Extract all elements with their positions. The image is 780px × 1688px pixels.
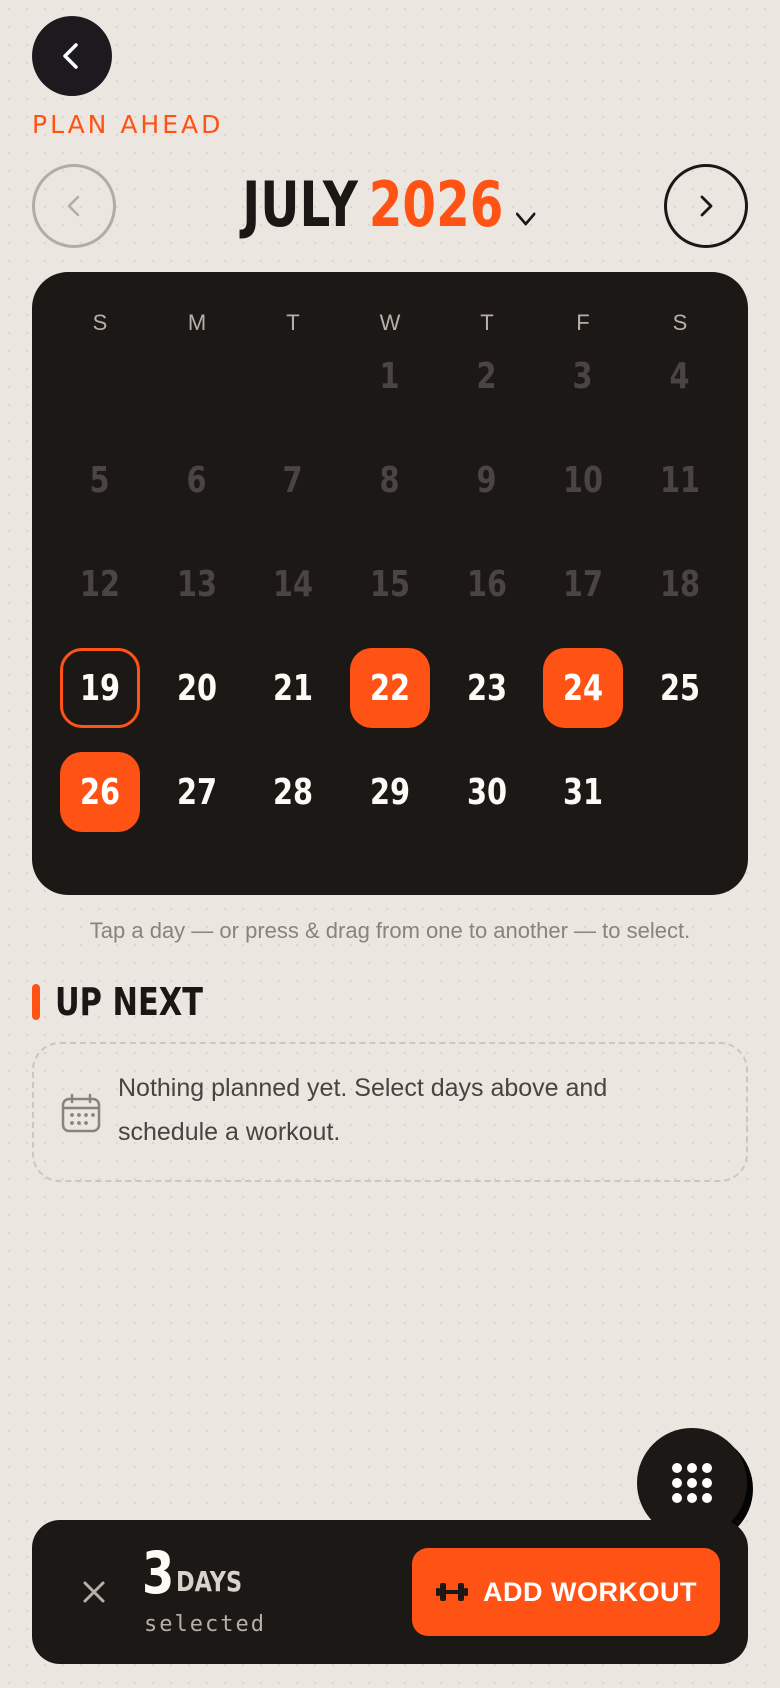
calendar-day-25[interactable]: 25	[640, 648, 720, 728]
day-number: 29	[369, 771, 411, 813]
day-number: 9	[476, 459, 498, 501]
day-number: 18	[659, 563, 701, 605]
up-next-title: UP NEXT	[55, 980, 203, 1024]
year-label: 2026	[368, 168, 504, 241]
calendar-day-30[interactable]: 30	[447, 752, 527, 832]
day-number: 11	[659, 459, 701, 501]
day-number: 19	[79, 667, 121, 709]
add-workout-label: ADD WORKOUT	[483, 1576, 697, 1607]
clear-selection-button[interactable]	[76, 1574, 112, 1610]
calendar-day-24[interactable]: 24	[543, 648, 623, 728]
calendar-day-8: 8	[350, 440, 430, 520]
calendar-day-9: 9	[447, 440, 527, 520]
calendar-day-11: 11	[640, 440, 720, 520]
weekday-label: S	[92, 310, 108, 335]
day-number: 26	[79, 771, 121, 813]
calendar-day-27[interactable]: 27	[157, 752, 237, 832]
calendar-icon	[60, 1092, 102, 1139]
calendar-day-12: 12	[60, 544, 140, 624]
day-number: 30	[466, 771, 508, 813]
grid-dots-icon	[672, 1463, 712, 1503]
day-number: 6	[186, 459, 208, 501]
day-number: 27	[176, 771, 218, 813]
selected-label: selected	[144, 1612, 266, 1637]
next-month-button[interactable]	[664, 164, 748, 248]
calendar-day-1: 1	[350, 336, 430, 416]
calendar-day-7: 7	[253, 440, 333, 520]
day-number: 31	[562, 771, 604, 813]
calendar-day-3: 3	[543, 336, 623, 416]
day-number: 1	[379, 355, 401, 397]
weekday-label: T	[286, 310, 300, 335]
calendar-day-19[interactable]: 19	[60, 648, 140, 728]
day-number: 7	[282, 459, 304, 501]
calendar-day-2: 2	[447, 336, 527, 416]
day-number: 5	[89, 459, 111, 501]
calendar-day-6: 6	[157, 440, 237, 520]
day-number: 24	[562, 667, 604, 709]
day-number: 10	[562, 459, 604, 501]
chevron-down-icon	[514, 164, 537, 254]
calendar-day-29[interactable]: 29	[350, 752, 430, 832]
day-number: 28	[272, 771, 314, 813]
calendar-day-23[interactable]: 23	[447, 648, 527, 728]
back-button[interactable]	[32, 16, 112, 96]
chevron-right-icon	[700, 195, 713, 217]
weekday-label: F	[576, 310, 590, 335]
calendar-day-31[interactable]: 31	[543, 752, 623, 832]
selection-bar: 3 DAYS selected ADD WORKOUT	[32, 1520, 748, 1664]
calendar-day-10: 10	[543, 440, 623, 520]
add-workout-button[interactable]: ADD WORKOUT	[412, 1548, 720, 1636]
up-next-empty-state: Nothing planned yet. Select days above a…	[32, 1042, 748, 1182]
weekday-label: M	[187, 310, 207, 335]
calendar-day-17: 17	[543, 544, 623, 624]
day-number: 20	[176, 667, 218, 709]
day-number: 25	[659, 667, 701, 709]
day-number: 23	[466, 667, 508, 709]
calendar-day-4: 4	[640, 336, 720, 416]
day-number: 8	[379, 459, 401, 501]
weekday-label: T	[480, 310, 494, 335]
calendar-day-14: 14	[253, 544, 333, 624]
calendar-day-22[interactable]: 22	[350, 648, 430, 728]
calendar-day-20[interactable]: 20	[157, 648, 237, 728]
selected-unit: DAYS	[176, 1565, 243, 1598]
selection-hint: Tap a day — or press & drag from one to …	[89, 918, 691, 943]
calendar-day-5: 5	[60, 440, 140, 520]
chevron-left-icon	[63, 43, 78, 69]
calendar-day-21[interactable]: 21	[253, 648, 333, 728]
day-number: 14	[272, 563, 314, 605]
calendar-day-13: 13	[157, 544, 237, 624]
day-number: 21	[272, 667, 314, 709]
calendar-day-16: 16	[447, 544, 527, 624]
page-eyebrow: PLAN AHEAD	[32, 110, 224, 139]
calendar-day-26[interactable]: 26	[60, 752, 140, 832]
close-icon	[83, 1581, 105, 1603]
day-number: 15	[369, 563, 411, 605]
day-number: 3	[572, 355, 594, 397]
day-number: 13	[176, 563, 218, 605]
weekday-label: W	[379, 310, 401, 335]
weekday-label: S	[672, 310, 688, 335]
day-number: 2	[476, 355, 498, 397]
empty-state-text: Nothing planned yet. Select days above a…	[118, 1074, 608, 1146]
chevron-left-icon	[67, 195, 80, 217]
calendar-day-28[interactable]: 28	[253, 752, 333, 832]
day-number: 16	[466, 563, 508, 605]
calendar-day-18: 18	[640, 544, 720, 624]
day-number: 12	[79, 563, 121, 605]
month-label: JULY	[242, 168, 358, 241]
calendar-day-15: 15	[350, 544, 430, 624]
selected-count: 3	[142, 1539, 175, 1607]
day-number: 22	[369, 667, 411, 709]
month-picker[interactable]: JULY 2026	[86, 160, 694, 254]
dumbbell-icon	[436, 1583, 468, 1601]
calendar-grid: S M T W T F S 1 2 3 4 5 6 7 8 9 10 11 12 13 14 15 16 17 1…	[32, 272, 748, 895]
day-number: 17	[562, 563, 604, 605]
section-accent-bar	[32, 984, 40, 1020]
day-number: 4	[669, 355, 691, 397]
